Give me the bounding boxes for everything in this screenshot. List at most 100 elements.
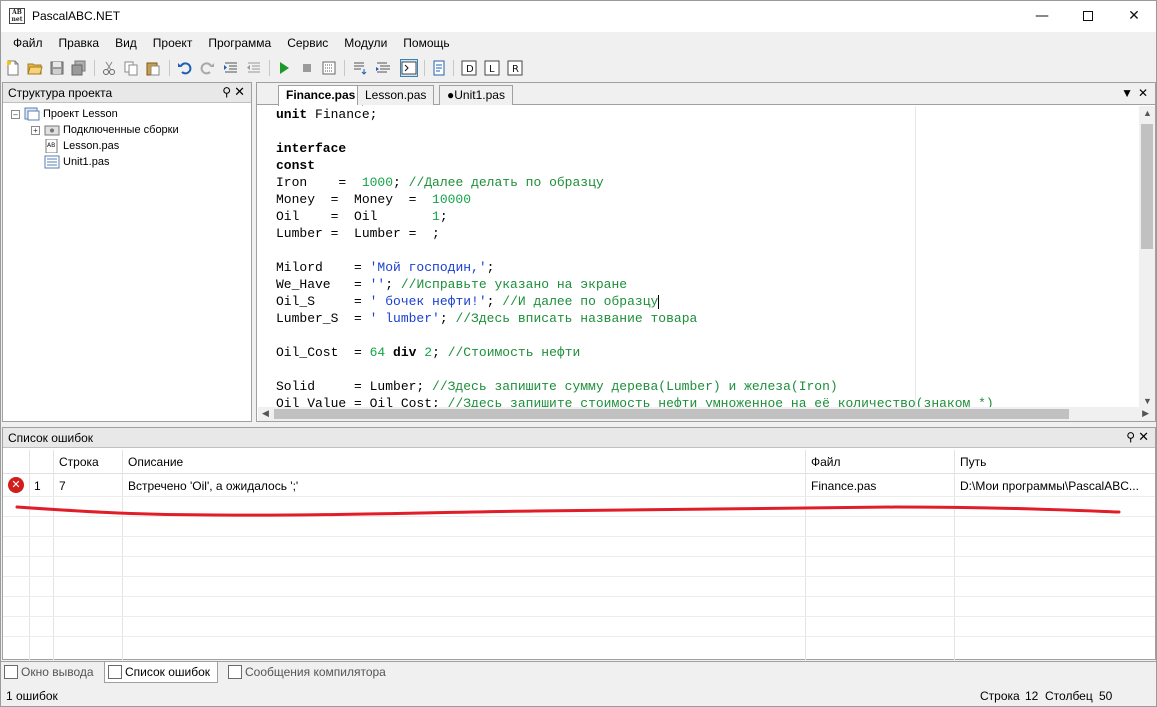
code-line[interactable]: const <box>276 157 315 174</box>
close-button[interactable]: ✕ <box>1111 1 1157 31</box>
code-line[interactable]: Money = Money = 10000 <box>276 191 471 208</box>
project-icon <box>24 107 40 121</box>
tab-compiler-messages[interactable]: Сообщения компилятора <box>225 662 393 683</box>
redo-icon[interactable] <box>198 59 216 77</box>
horizontal-scroll-thumb[interactable] <box>274 409 1069 419</box>
paste-icon[interactable] <box>144 59 162 77</box>
code-token: //Стоимость нефти <box>447 345 581 360</box>
stop-icon[interactable] <box>298 59 316 77</box>
close-panel-icon[interactable]: ✕ <box>234 84 245 100</box>
grid-row-divider <box>3 596 1155 597</box>
console-icon[interactable] <box>400 59 418 77</box>
cut-icon[interactable] <box>100 59 118 77</box>
close-tab-icon[interactable]: ✕ <box>1138 86 1148 100</box>
tree-item-lesson-pas[interactable]: AB Lesson.pas <box>44 138 119 154</box>
vertical-scroll-thumb[interactable] <box>1141 124 1153 249</box>
scroll-down-icon[interactable]: ▼ <box>1143 396 1152 406</box>
menu-service[interactable]: Сервис <box>279 32 336 54</box>
status-col-value: 50 <box>1099 689 1113 703</box>
tab-list-icon[interactable]: ▼ <box>1121 86 1133 100</box>
open-icon[interactable] <box>26 59 44 77</box>
code-line[interactable]: Solid = Lumber; //Здесь запишите сумму д… <box>276 378 838 395</box>
error-row-line[interactable]: 7 <box>59 479 66 493</box>
error-row-description[interactable]: Встречено 'Oil', а ожидалось ';' <box>128 479 298 493</box>
code-line[interactable]: Lumber = Lumber = ; <box>276 225 440 242</box>
tab-error-list[interactable]: Список ошибок <box>104 662 219 683</box>
toolbar-separator <box>344 60 345 76</box>
code-line[interactable]: Lumber_S = ' lumber'; //Здесь вписать на… <box>276 310 697 327</box>
error-row-path[interactable]: D:\Мои программы\PascalABC... <box>960 479 1139 493</box>
save-icon[interactable] <box>48 59 66 77</box>
debug-2-icon[interactable]: L <box>483 59 501 77</box>
menu-view[interactable]: Вид <box>107 32 145 54</box>
tree-item-project[interactable]: – Проект Lesson <box>11 106 118 122</box>
expand-icon[interactable]: + <box>31 125 40 135</box>
run-icon[interactable] <box>275 59 293 77</box>
copy-icon[interactable] <box>122 59 140 77</box>
column-header-file[interactable]: Файл <box>811 455 841 469</box>
code-line[interactable]: Milord = 'Мой господин,'; <box>276 259 494 276</box>
tree-item-unit1-pas[interactable]: Unit1.pas <box>44 154 109 170</box>
code-token: //Далее делать по образцу <box>408 175 604 190</box>
new-file-icon[interactable] <box>4 59 22 77</box>
grid-row-divider <box>3 636 1155 637</box>
menu-program[interactable]: Программа <box>200 32 279 54</box>
output-window-icon <box>4 665 18 679</box>
code-area[interactable]: unit Finance; interface const Iron = 1000; … <box>258 106 1139 408</box>
step-into-icon[interactable] <box>351 59 369 77</box>
code-token: Money = Money = <box>276 192 433 207</box>
code-line[interactable]: Iron = 1000; //Далее делать по образцу <box>276 174 604 191</box>
undo-icon[interactable] <box>176 59 194 77</box>
code-token: //И далее по образцу <box>502 294 659 309</box>
tab-finance-pas[interactable]: Finance.pas <box>278 85 364 106</box>
editor-tabs: Finance.pas Lesson.pas ●Unit1.pas ▼ ✕ <box>257 83 1155 106</box>
code-line[interactable]: interface <box>276 140 346 157</box>
horizontal-scrollbar[interactable]: ◀ ▶ <box>258 407 1155 421</box>
menu-help[interactable]: Помощь <box>395 32 457 54</box>
step-over-icon[interactable] <box>374 59 392 77</box>
column-header-path[interactable]: Путь <box>960 455 986 469</box>
code-token: ; <box>439 209 448 224</box>
code-line[interactable]: We_Have = ''; //Исправьте указано на экр… <box>276 276 627 293</box>
menu-modules[interactable]: Модули <box>336 32 395 54</box>
minimize-button[interactable]: — <box>1019 1 1065 31</box>
code-line[interactable]: Oil_S = ' бочек нефти!'; //И далее по об… <box>276 293 660 310</box>
error-row-file[interactable]: Finance.pas <box>811 479 876 493</box>
menu-file[interactable]: Файл <box>5 32 51 54</box>
debug-1-icon[interactable]: D <box>460 59 478 77</box>
pin-icon[interactable]: ⚲ <box>222 85 231 99</box>
grid-row-divider <box>3 536 1155 537</box>
close-panel-icon[interactable]: ✕ <box>1138 429 1149 445</box>
pin-icon[interactable]: ⚲ <box>1126 430 1135 444</box>
error-panel-header: Список ошибок ⚲ ✕ <box>3 428 1155 448</box>
compile-icon[interactable] <box>320 59 338 77</box>
form-icon[interactable] <box>430 59 448 77</box>
tab-output-window[interactable]: Окно вывода <box>1 662 101 683</box>
vertical-scrollbar[interactable]: ▲ ▼ <box>1139 106 1155 408</box>
tab-unit1-pas[interactable]: ●Unit1.pas <box>439 85 513 105</box>
collapse-icon[interactable]: – <box>11 109 20 119</box>
maximize-button[interactable] <box>1065 1 1111 31</box>
scroll-up-icon[interactable]: ▲ <box>1143 108 1152 118</box>
menu-project[interactable]: Проект <box>145 32 201 54</box>
scroll-left-icon[interactable]: ◀ <box>262 408 269 419</box>
menu-bar: Файл Правка Вид Проект Программа Сервис … <box>1 32 1156 54</box>
scroll-right-icon[interactable]: ▶ <box>1142 408 1149 419</box>
code-line[interactable]: Oil_Cost = 64 div 2; //Стоимость нефти <box>276 344 580 361</box>
column-header-line[interactable]: Строка <box>59 455 99 469</box>
save-all-icon[interactable] <box>70 59 88 77</box>
assemblies-icon <box>44 123 60 137</box>
tree-item-assemblies[interactable]: + Подключенные сборки <box>31 122 179 138</box>
code-line[interactable]: Oil = Oil 1; <box>276 208 448 225</box>
tab-lesson-pas[interactable]: Lesson.pas <box>357 85 435 105</box>
menu-edit[interactable]: Правка <box>51 32 108 54</box>
code-line[interactable]: unit Finance; <box>276 106 377 123</box>
error-row-number[interactable]: 1 <box>34 479 41 493</box>
code-token: //Исправьте указано на экране <box>400 277 628 292</box>
debug-3-icon[interactable]: R <box>506 59 524 77</box>
grid-row-divider <box>3 556 1155 557</box>
column-header-description[interactable]: Описание <box>128 455 183 469</box>
red-annotation-underline <box>15 505 1121 517</box>
outdent-icon[interactable] <box>245 59 263 77</box>
indent-icon[interactable] <box>222 59 240 77</box>
